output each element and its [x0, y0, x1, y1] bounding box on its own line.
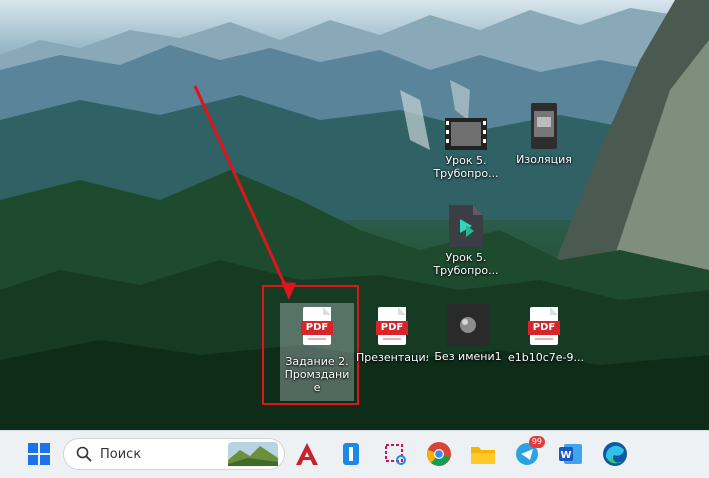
svg-text:W: W	[560, 450, 571, 461]
icon-label: Задание 2.Промздание	[284, 355, 350, 394]
landscape-highlight-icon	[228, 442, 278, 466]
search-icon	[76, 446, 92, 462]
video-file-icon	[445, 118, 487, 150]
desktop-icon-pdf-presentation[interactable]: PDF Презентация Microsoft P...	[356, 307, 428, 364]
3d-model-file-icon	[447, 304, 489, 346]
taskbar-telegram[interactable]: 99	[512, 436, 545, 469]
desktop-icon-pdf-zadanie[interactable]: PDF Задание 2.Промздание	[280, 303, 354, 401]
search-box[interactable]: Поиск	[63, 438, 285, 470]
taskbar-snipping-tool[interactable]	[380, 439, 410, 469]
taskbar-word[interactable]: W	[556, 439, 586, 469]
taskbar-chrome[interactable]	[424, 439, 454, 469]
filmora-file-icon	[449, 205, 483, 247]
search-placeholder: Поиск	[100, 447, 142, 462]
desktop-icon-video[interactable]: Урок 5. Трубопро...	[432, 118, 500, 180]
start-button[interactable]	[24, 439, 54, 469]
chrome-icon	[427, 442, 451, 466]
word-icon: W	[559, 444, 582, 464]
desktop: Урок 5. Трубопро... Изоляция Урок 5. Тру…	[0, 0, 709, 430]
icon-label: Урок 5. Трубопро...	[433, 251, 499, 277]
pdf-file-icon: PDF	[301, 307, 333, 345]
taskbar-autocad[interactable]	[292, 439, 322, 469]
snipping-tool-icon	[385, 444, 406, 465]
icon-label: Урок 5. Трубопро...	[433, 154, 499, 180]
notification-badge: 99	[528, 436, 545, 448]
desktop-icon-isolation[interactable]: Изоляция	[510, 103, 578, 166]
pdf-file-icon: PDF	[376, 307, 408, 345]
pdf-file-icon: PDF	[528, 307, 560, 345]
blue-app-icon	[343, 443, 359, 465]
icon-label: Изоляция	[516, 153, 572, 166]
autocad-icon	[296, 443, 318, 465]
windows-logo-icon	[28, 443, 50, 465]
desktop-icon-pdf-e1b10c7e[interactable]: PDF e1b10c7e-9...	[508, 307, 585, 364]
taskbar-edge[interactable]	[600, 439, 630, 469]
edge-icon	[603, 442, 627, 466]
desktop-icon-filmora[interactable]: Урок 5. Трубопро...	[432, 205, 500, 277]
taskbar-app-blue[interactable]	[336, 439, 366, 469]
desktop-icon-3d-model[interactable]: Без имени1	[434, 304, 502, 363]
taskbar-file-explorer[interactable]	[468, 439, 498, 469]
icon-label: Без имени1	[434, 350, 502, 363]
icon-label: e1b10c7e-9...	[508, 351, 585, 364]
folder-icon	[471, 447, 495, 464]
image-file-icon	[531, 103, 557, 149]
icon-label: Презентация Microsoft P...	[356, 351, 428, 364]
taskbar: Поиск 99 W	[0, 430, 709, 478]
